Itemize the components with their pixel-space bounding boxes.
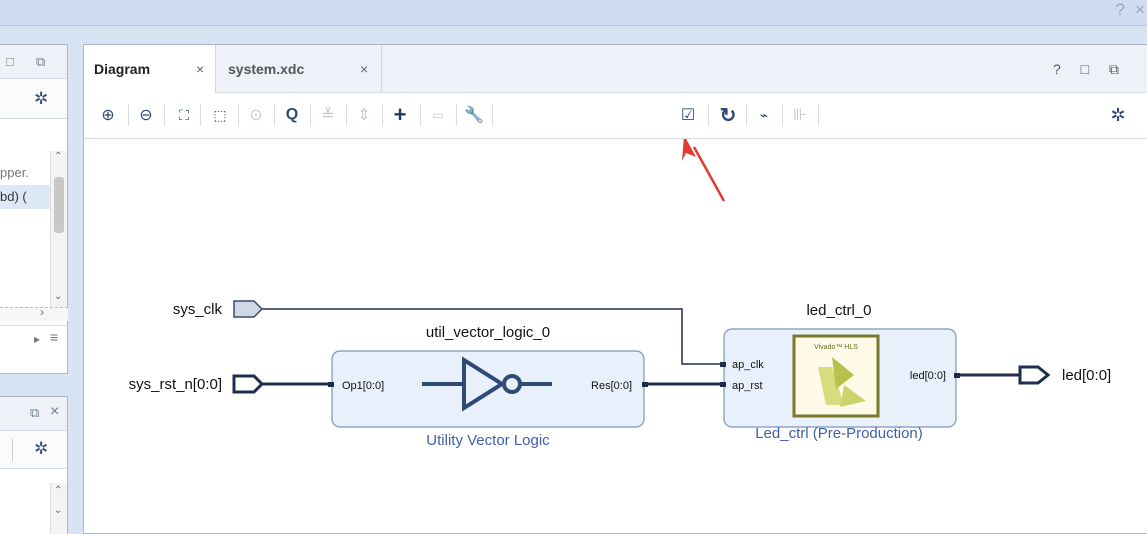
zoom-out-icon[interactable]: ⊖ (134, 103, 158, 127)
divider (818, 104, 819, 126)
fit-icon[interactable]: ⛶ (172, 103, 196, 127)
diagram-panel: Diagram × system.xdc × ? □ ⧉ ⊕ ⊖ ⛶ ⬚ ⊙ Q… (83, 44, 1147, 534)
search-icon[interactable]: Q (280, 103, 304, 127)
divider (492, 104, 493, 126)
properties-panel: ⧉ × ✲ ⌃ ⌄ (0, 396, 68, 534)
port-sys-rst-n[interactable] (232, 374, 265, 394)
tab-bar: Diagram × system.xdc × ? □ ⧉ (84, 45, 1147, 93)
divider (746, 104, 747, 126)
collapse-icon[interactable]: ≚ (316, 103, 340, 127)
panel-controls[interactable]: ? □ ⧉ (1053, 61, 1127, 78)
expand-icon[interactable]: ⇕ (352, 103, 376, 127)
properties-panel-header: ⧉ × (0, 397, 67, 431)
menu-icon[interactable]: ≡ (50, 329, 58, 345)
tab-close-icon[interactable]: × (196, 61, 204, 77)
divider (310, 104, 311, 126)
block2-caption: Led_ctrl (Pre-Production) (755, 425, 923, 442)
diagram-toolbar: ⊕ ⊖ ⛶ ⬚ ⊙ Q ≚ ⇕ + ▭ 🔧 ☑ ↻ ⌁ ⊪ ✲ (84, 93, 1147, 139)
scroll-right-icon[interactable]: › (40, 305, 44, 319)
add-ip-icon[interactable]: + (388, 102, 412, 127)
wrench-icon[interactable]: 🔧 (462, 103, 486, 127)
tab-system-xdc[interactable]: system.xdc × (216, 45, 382, 93)
gear-icon[interactable]: ✲ (34, 439, 48, 459)
logo-text: Vivado™ HLS (814, 344, 858, 351)
port-led-label: led[0:0] (1062, 367, 1111, 384)
scroll-down-icon[interactable]: ⌄ (54, 505, 62, 516)
port-led-out[interactable] (1018, 365, 1051, 385)
sources-toolbar: ✲ (0, 79, 67, 119)
port-sys-rst-n-label: sys_rst_n[0:0] (129, 376, 222, 393)
tab-close-icon[interactable]: × (360, 61, 368, 77)
pin-ap-rst (720, 382, 726, 387)
divider (456, 104, 457, 126)
fit-selection-icon[interactable]: ⬚ (208, 103, 232, 127)
divider (128, 104, 129, 126)
port-icon[interactable]: ⊪ (788, 103, 812, 127)
vertical-scrollbar[interactable]: ⌃ ⌄ (50, 483, 67, 534)
zoom-in-icon[interactable]: ⊕ (96, 103, 120, 127)
scroll-up-icon[interactable]: ⌃ (54, 151, 62, 162)
pin-ap-clk-label: ap_clk (732, 359, 764, 371)
divider (200, 104, 201, 126)
divider (238, 104, 239, 126)
pin-op1 (328, 382, 334, 387)
divider (782, 104, 783, 126)
divider (708, 104, 709, 126)
diagram-canvas[interactable]: sys_clk sys_rst_n[0:0] util_vector_logic… (84, 139, 1147, 534)
float-icon[interactable]: ⧉ (36, 54, 45, 70)
port-sys-clk[interactable] (233, 300, 264, 318)
pin-op1-label: Op1[0:0] (342, 380, 384, 392)
refresh-icon[interactable]: ↻ (716, 103, 740, 127)
divider (382, 104, 383, 126)
sources-panel: □ ⧉ ✲ pper. bd) ( ⌃ ⌄ › ▸ ≡ (0, 44, 68, 374)
pin-res (642, 382, 648, 387)
scroll-down-icon[interactable]: ⌄ (54, 291, 62, 302)
block1-caption: Utility Vector Logic (426, 432, 550, 449)
tab-diagram[interactable]: Diagram × (84, 45, 216, 93)
scroll-thumb[interactable] (54, 177, 64, 233)
pin-led (954, 373, 960, 378)
help-button[interactable]: ? (1116, 0, 1125, 20)
title-bar: ? × (0, 0, 1147, 26)
horizontal-scrollbar[interactable]: › (0, 305, 68, 321)
center-icon[interactable]: ⊙ (244, 103, 268, 127)
validate-icon[interactable]: ☑ (676, 103, 700, 127)
divider (164, 104, 165, 126)
port-sys-clk-label: sys_clk (173, 301, 223, 318)
app-window: ? × □ ⧉ ✲ pper. bd) ( ⌃ ⌄ › ▸ ≡ ⧉ × ✲ ⌃ … (0, 0, 1147, 534)
float-icon[interactable]: ⧉ (30, 405, 39, 421)
tab-label: system.xdc (228, 61, 305, 77)
tree-item-text: pper. (0, 165, 29, 180)
sources-panel-header: □ ⧉ (0, 45, 67, 79)
maximize-icon[interactable]: □ (6, 54, 14, 69)
annotation-arrow (682, 139, 726, 202)
properties-toolbar: ✲ (0, 431, 67, 469)
divider (420, 104, 421, 126)
block1-instance-name: util_vector_logic_0 (426, 324, 550, 341)
tree-item-label: bd) ( (0, 189, 27, 204)
expand-arrow-icon[interactable]: ▸ (34, 332, 40, 346)
route-icon[interactable]: ⌁ (752, 103, 776, 127)
tree-item-selected[interactable]: bd) ( (0, 185, 50, 209)
divider (346, 104, 347, 126)
pin-ap-rst-label: ap_rst (732, 380, 763, 392)
vertical-scrollbar[interactable]: ⌃ ⌄ (50, 151, 67, 307)
pin-icon[interactable]: ▭ (426, 103, 450, 127)
close-button[interactable]: × (1135, 0, 1145, 20)
pin-res-label: Res[0:0] (591, 380, 632, 392)
gear-icon[interactable]: ✲ (34, 89, 48, 109)
tab-label: Diagram (94, 61, 151, 77)
vivado-hls-logo: Vivado™ HLS (792, 334, 880, 418)
close-icon[interactable]: × (50, 403, 59, 421)
block2-instance-name: led_ctrl_0 (806, 302, 871, 319)
pin-led-label: led[0:0] (910, 370, 946, 382)
scroll-up-icon[interactable]: ⌃ (54, 485, 62, 496)
pin-ap-clk (720, 362, 726, 367)
gear-icon[interactable]: ✲ (1106, 103, 1130, 127)
divider (12, 439, 13, 461)
divider (274, 104, 275, 126)
panel-footer: ▸ ≡ (0, 325, 68, 353)
